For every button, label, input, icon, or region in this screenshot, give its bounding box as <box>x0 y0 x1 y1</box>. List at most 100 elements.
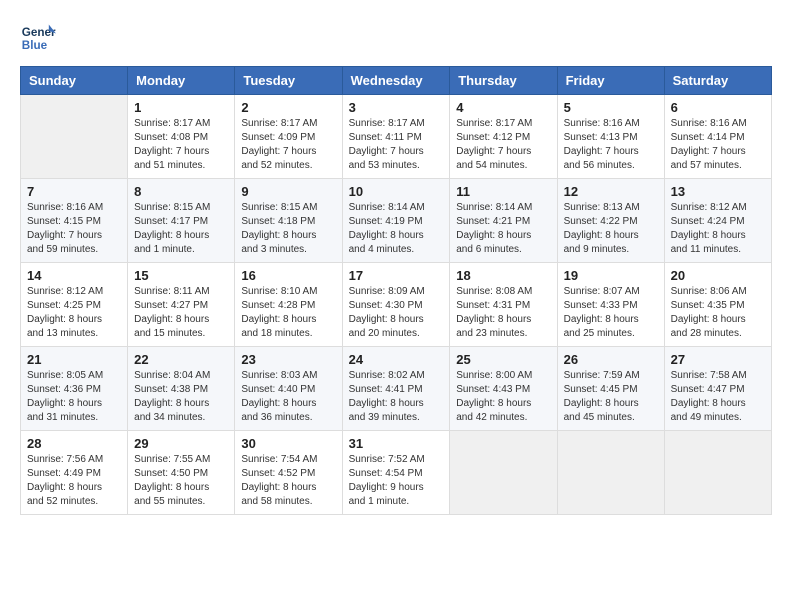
calendar-header-row: SundayMondayTuesdayWednesdayThursdayFrid… <box>21 67 772 95</box>
calendar-cell: 29 Sunrise: 7:55 AM Sunset: 4:50 PM Dayli… <box>128 431 235 515</box>
day-header-friday: Friday <box>557 67 664 95</box>
calendar-week-3: 14 Sunrise: 8:12 AM Sunset: 4:25 PM Dayli… <box>21 263 772 347</box>
calendar-cell: 22Sunrise: 8:04 AM Sunset: 4:38 PM Dayli… <box>128 347 235 431</box>
day-number: 14 <box>27 268 121 283</box>
day-header-wednesday: Wednesday <box>342 67 450 95</box>
calendar-cell: 5 Sunrise: 8:16 AM Sunset: 4:13 PM Daylig… <box>557 95 664 179</box>
day-info: Sunrise: 7:56 AM Sunset: 4:49 PM Dayligh… <box>27 453 121 509</box>
day-number: 28 <box>27 436 121 451</box>
day-number: 21 <box>27 352 121 367</box>
day-number: 9 <box>241 184 335 199</box>
day-info: Sunrise: 8:11 AM Sunset: 4:27 PM Dayligh… <box>134 285 228 341</box>
day-info: Sunrise: 7:59 AM Sunset: 4:45 PM Dayligh… <box>564 369 658 425</box>
calendar-cell: 13 Sunrise: 8:12 AM Sunset: 4:24 PM Dayli… <box>664 179 771 263</box>
calendar-cell: 12 Sunrise: 8:13 AM Sunset: 4:22 PM Dayli… <box>557 179 664 263</box>
calendar-cell: 15 Sunrise: 8:11 AM Sunset: 4:27 PM Dayli… <box>128 263 235 347</box>
day-info: Sunrise: 8:09 AM Sunset: 4:30 PM Dayligh… <box>349 285 444 341</box>
day-info: Sunrise: 8:16 AM Sunset: 4:14 PM Dayligh… <box>671 117 765 173</box>
day-info: Sunrise: 8:16 AM Sunset: 4:13 PM Dayligh… <box>564 117 658 173</box>
day-number: 10 <box>349 184 444 199</box>
day-number: 20 <box>671 268 765 283</box>
day-number: 13 <box>671 184 765 199</box>
day-header-sunday: Sunday <box>21 67 128 95</box>
day-info: Sunrise: 7:54 AM Sunset: 4:52 PM Dayligh… <box>241 453 335 509</box>
day-number: 4 <box>456 100 550 115</box>
day-info: Sunrise: 8:12 AM Sunset: 4:24 PM Dayligh… <box>671 201 765 257</box>
day-info: Sunrise: 8:06 AM Sunset: 4:35 PM Dayligh… <box>671 285 765 341</box>
day-info: Sunrise: 8:15 AM Sunset: 4:18 PM Dayligh… <box>241 201 335 257</box>
logo: General Blue <box>20 20 60 56</box>
day-info: Sunrise: 7:55 AM Sunset: 4:50 PM Dayligh… <box>134 453 228 509</box>
calendar-cell <box>21 95 128 179</box>
day-info: Sunrise: 8:14 AM Sunset: 4:19 PM Dayligh… <box>349 201 444 257</box>
calendar-cell: 11 Sunrise: 8:14 AM Sunset: 4:21 PM Dayli… <box>450 179 557 263</box>
day-number: 30 <box>241 436 335 451</box>
day-number: 18 <box>456 268 550 283</box>
page-header: General Blue <box>20 20 772 56</box>
calendar-cell: 28 Sunrise: 7:56 AM Sunset: 4:49 PM Dayli… <box>21 431 128 515</box>
day-info: Sunrise: 8:07 AM Sunset: 4:33 PM Dayligh… <box>564 285 658 341</box>
day-info: Sunrise: 8:16 AM Sunset: 4:15 PM Dayligh… <box>27 201 121 257</box>
day-number: 6 <box>671 100 765 115</box>
calendar-cell: 25Sunrise: 8:00 AM Sunset: 4:43 PM Dayli… <box>450 347 557 431</box>
calendar-cell: 21 Sunrise: 8:05 AM Sunset: 4:36 PM Dayli… <box>21 347 128 431</box>
calendar-cell: 27 Sunrise: 7:58 AM Sunset: 4:47 PM Dayli… <box>664 347 771 431</box>
calendar-cell: 26 Sunrise: 7:59 AM Sunset: 4:45 PM Dayli… <box>557 347 664 431</box>
day-info: Sunrise: 8:00 AM Sunset: 4:43 PM Dayligh… <box>456 369 550 425</box>
day-number: 24 <box>349 352 444 367</box>
day-info: Sunrise: 8:17 AM Sunset: 4:08 PM Dayligh… <box>134 117 228 173</box>
day-number: 17 <box>349 268 444 283</box>
day-number: 1 <box>134 100 228 115</box>
day-number: 27 <box>671 352 765 367</box>
day-info: Sunrise: 8:05 AM Sunset: 4:36 PM Dayligh… <box>27 369 121 425</box>
day-number: 11 <box>456 184 550 199</box>
day-info: Sunrise: 8:17 AM Sunset: 4:12 PM Dayligh… <box>456 117 550 173</box>
day-info: Sunrise: 8:08 AM Sunset: 4:31 PM Dayligh… <box>456 285 550 341</box>
day-number: 3 <box>349 100 444 115</box>
day-number: 12 <box>564 184 658 199</box>
day-header-saturday: Saturday <box>664 67 771 95</box>
day-number: 26 <box>564 352 658 367</box>
day-number: 15 <box>134 268 228 283</box>
day-info: Sunrise: 8:13 AM Sunset: 4:22 PM Dayligh… <box>564 201 658 257</box>
day-info: Sunrise: 7:58 AM Sunset: 4:47 PM Dayligh… <box>671 369 765 425</box>
calendar-week-5: 28 Sunrise: 7:56 AM Sunset: 4:49 PM Dayli… <box>21 431 772 515</box>
calendar-cell: 31Sunrise: 7:52 AM Sunset: 4:54 PM Dayli… <box>342 431 450 515</box>
day-number: 22 <box>134 352 228 367</box>
calendar-cell <box>664 431 771 515</box>
day-info: Sunrise: 8:14 AM Sunset: 4:21 PM Dayligh… <box>456 201 550 257</box>
calendar-cell: 3Sunrise: 8:17 AM Sunset: 4:11 PM Daylig… <box>342 95 450 179</box>
day-number: 2 <box>241 100 335 115</box>
day-number: 31 <box>349 436 444 451</box>
calendar-cell: 8 Sunrise: 8:15 AM Sunset: 4:17 PM Daylig… <box>128 179 235 263</box>
calendar-cell: 24Sunrise: 8:02 AM Sunset: 4:41 PM Dayli… <box>342 347 450 431</box>
calendar-week-2: 7 Sunrise: 8:16 AM Sunset: 4:15 PM Daylig… <box>21 179 772 263</box>
calendar-cell: 6 Sunrise: 8:16 AM Sunset: 4:14 PM Daylig… <box>664 95 771 179</box>
calendar-cell <box>450 431 557 515</box>
svg-text:Blue: Blue <box>22 39 48 52</box>
day-number: 16 <box>241 268 335 283</box>
day-number: 8 <box>134 184 228 199</box>
day-info: Sunrise: 8:17 AM Sunset: 4:09 PM Dayligh… <box>241 117 335 173</box>
day-header-thursday: Thursday <box>450 67 557 95</box>
calendar-week-1: 1 Sunrise: 8:17 AM Sunset: 4:08 PM Daylig… <box>21 95 772 179</box>
calendar-cell: 4 Sunrise: 8:17 AM Sunset: 4:12 PM Daylig… <box>450 95 557 179</box>
calendar-table: SundayMondayTuesdayWednesdayThursdayFrid… <box>20 66 772 515</box>
calendar-cell <box>557 431 664 515</box>
day-number: 5 <box>564 100 658 115</box>
calendar-cell: 9 Sunrise: 8:15 AM Sunset: 4:18 PM Daylig… <box>235 179 342 263</box>
day-info: Sunrise: 8:03 AM Sunset: 4:40 PM Dayligh… <box>241 369 335 425</box>
calendar-cell: 16 Sunrise: 8:10 AM Sunset: 4:28 PM Dayli… <box>235 263 342 347</box>
day-info: Sunrise: 8:15 AM Sunset: 4:17 PM Dayligh… <box>134 201 228 257</box>
day-number: 19 <box>564 268 658 283</box>
day-info: Sunrise: 8:12 AM Sunset: 4:25 PM Dayligh… <box>27 285 121 341</box>
calendar-cell: 17 Sunrise: 8:09 AM Sunset: 4:30 PM Dayli… <box>342 263 450 347</box>
calendar-cell: 23Sunrise: 8:03 AM Sunset: 4:40 PM Dayli… <box>235 347 342 431</box>
day-number: 29 <box>134 436 228 451</box>
calendar-cell: 7 Sunrise: 8:16 AM Sunset: 4:15 PM Daylig… <box>21 179 128 263</box>
day-info: Sunrise: 8:10 AM Sunset: 4:28 PM Dayligh… <box>241 285 335 341</box>
calendar-cell: 10 Sunrise: 8:14 AM Sunset: 4:19 PM Dayli… <box>342 179 450 263</box>
calendar-cell: 2 Sunrise: 8:17 AM Sunset: 4:09 PM Daylig… <box>235 95 342 179</box>
day-number: 7 <box>27 184 121 199</box>
calendar-cell: 14 Sunrise: 8:12 AM Sunset: 4:25 PM Dayli… <box>21 263 128 347</box>
